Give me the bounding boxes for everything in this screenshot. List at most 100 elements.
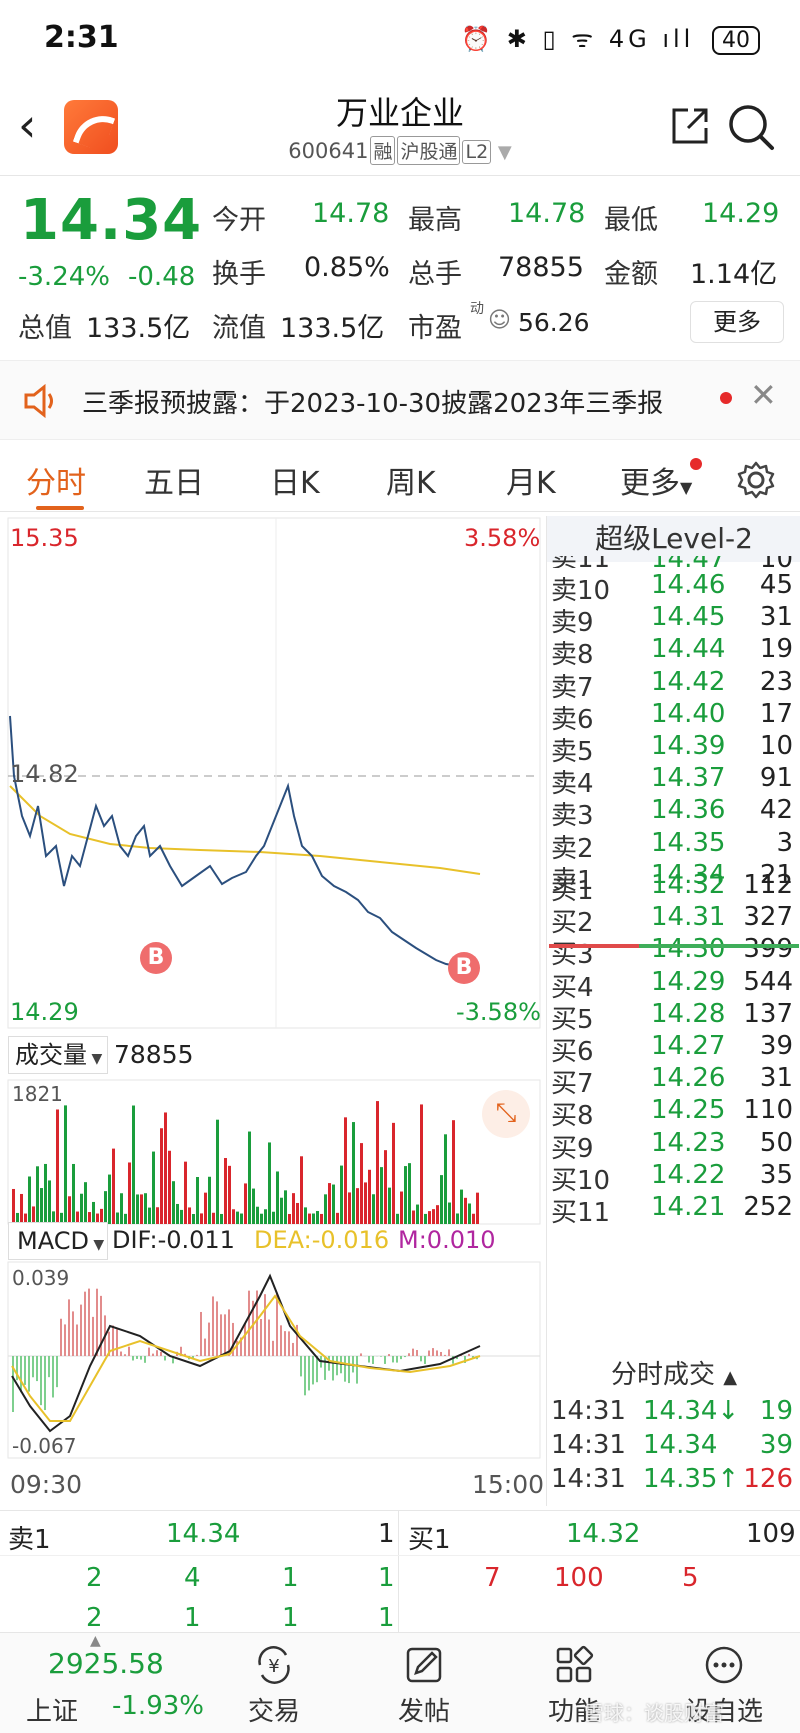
gear-icon[interactable] (736, 460, 776, 500)
watermark: 雪球：谈股财富 (584, 1701, 724, 1725)
more-button[interactable]: 更多 (690, 301, 784, 343)
macd-bar (36, 1356, 38, 1382)
bid-row[interactable]: 买3 14.30 399 (547, 934, 800, 970)
time-start-label: 09:30 (10, 1470, 83, 1499)
volume-bar (276, 1171, 279, 1224)
macd-bar (140, 1356, 142, 1360)
ask-row-price: 14.46 (651, 570, 726, 600)
volume-label: 总手 (408, 259, 462, 290)
tab-daily-k[interactable]: 日K (270, 458, 320, 502)
trade-ticks-title[interactable]: 分时成交 ▲ (547, 1354, 800, 1391)
bid-row[interactable]: 买4 14.29 544 (547, 967, 800, 1003)
bid-row-volume: 110 (743, 1095, 793, 1126)
trade-tick-row: 14:31 14.35↑ 126 (547, 1464, 800, 1499)
volume-bar (72, 1163, 75, 1224)
volume-bar (316, 1211, 319, 1224)
volume-bar (144, 1193, 147, 1224)
close-icon[interactable]: ✕ (750, 376, 777, 414)
volume-bar (104, 1191, 107, 1224)
tab-monthly-k[interactable]: 月K (506, 458, 556, 502)
order-book[interactable]: 超级Level-2 卖1114.4710卖1014.4645卖914.4531卖… (546, 516, 800, 1506)
dropdown-icon[interactable]: ▼ (498, 142, 512, 163)
volume-bar (320, 1213, 323, 1224)
macd-bar (96, 1288, 98, 1356)
more-dots-icon (705, 1646, 743, 1684)
bid-row[interactable]: 买2 14.31 327 (547, 902, 800, 938)
macd-indicator-select[interactable]: MACD ▼ (8, 1222, 108, 1260)
bid-row-volume: 399 (743, 934, 793, 965)
tab-weekly-k[interactable]: 周K (386, 458, 436, 502)
ask-row[interactable]: 卖5 14.39 10 (547, 731, 800, 767)
macd-bar (392, 1356, 394, 1363)
ask-row-partial[interactable]: 卖11 14.47 10 (547, 556, 800, 568)
ask-row[interactable]: 卖3 14.36 42 (547, 795, 800, 831)
pe-label: 市盈 (408, 313, 462, 344)
bid-row[interactable]: 买6 14.27 39 (547, 1031, 800, 1067)
ask-row[interactable]: 卖7 14.42 23 (547, 667, 800, 703)
volume-bar (204, 1192, 207, 1224)
bid-row[interactable]: 买9 14.23 50 (547, 1128, 800, 1164)
volume-bar (432, 1209, 435, 1224)
index-ticker[interactable]: ▲ 2925.58 上证 -1.93% (0, 1633, 204, 1733)
macd-bar (248, 1290, 250, 1356)
nav-trade[interactable]: ¥ 交易 (214, 1643, 334, 1728)
tag-margin: 融 (370, 136, 396, 165)
macd-bar (132, 1356, 134, 1361)
bid-row[interactable]: 买5 14.28 137 (547, 999, 800, 1035)
volume-bar (180, 1209, 183, 1224)
macd-bar (468, 1353, 470, 1356)
tab-five-day[interactable]: 五日 (144, 458, 204, 502)
volume-bar (448, 1202, 451, 1224)
queue-sell-item: 1 (282, 1563, 299, 1593)
volume-bar (244, 1183, 247, 1224)
notice-dot (720, 392, 732, 404)
macd-bar (396, 1356, 398, 1363)
info-icon[interactable]: ☺ (488, 308, 511, 333)
tab-more[interactable]: 更多▼ (620, 458, 692, 502)
ask-row-price: 14.45 (651, 602, 726, 633)
ask-row[interactable]: 卖10 14.46 45 (547, 570, 800, 606)
bid-row[interactable]: 买7 14.26 31 (547, 1063, 800, 1099)
volume-bar (360, 1143, 363, 1224)
ask-row[interactable]: 卖4 14.37 91 (547, 763, 800, 799)
share-icon[interactable] (668, 104, 712, 148)
bid-row[interactable]: 买11 14.21 252 (547, 1192, 800, 1228)
bid-row-volume: 35 (759, 1159, 793, 1190)
volume-bar (136, 1194, 139, 1224)
status-bar: 2:31 ⏰ ✱ ▯ ᯤ 4G ıll 40 (0, 0, 800, 76)
svg-text:¥: ¥ (268, 1656, 279, 1677)
bid-row[interactable]: 买1 14.32 112 (547, 870, 800, 906)
bid-row[interactable]: 买8 14.25 110 (547, 1095, 800, 1131)
ask-row[interactable]: 卖2 14.35 3 (547, 828, 800, 864)
ask-row[interactable]: 卖9 14.45 31 (547, 602, 800, 638)
ask-row-partial-price: 14.47 (651, 556, 725, 568)
expand-icon[interactable]: ⤡ (482, 1090, 530, 1138)
dropdown-icon: ▼ (87, 1051, 103, 1067)
back-icon[interactable]: ‹ (18, 100, 58, 150)
buy-marker[interactable]: B (448, 952, 480, 984)
volume-bar (196, 1177, 199, 1224)
volume-bar (156, 1207, 159, 1224)
macd-bottom-label: -0.067 (12, 1434, 77, 1458)
ask-row[interactable]: 卖6 14.40 17 (547, 699, 800, 735)
bid-row[interactable]: 买10 14.22 35 (547, 1159, 800, 1196)
nav-post[interactable]: 发帖 (364, 1643, 484, 1728)
tab-intraday[interactable]: 分时 (26, 458, 86, 502)
bid-row-label: 买11 (551, 1198, 611, 1228)
macd-dea-line (11, 1294, 481, 1422)
ask-row[interactable]: 卖8 14.44 19 (547, 634, 800, 670)
buy-marker[interactable]: B (140, 942, 172, 974)
volume-total: 78855 (114, 1040, 194, 1069)
macd-bar (288, 1331, 290, 1356)
notice-bar[interactable]: 三季报预披露：于2023-10-30披露2023年三季报 (0, 360, 800, 440)
macd-bar (384, 1356, 386, 1364)
volume-indicator-select[interactable]: 成交量 ▼ (8, 1036, 108, 1074)
macd-bar (328, 1356, 330, 1371)
intraday-chart[interactable]: 15.35 3.58% 14.82 14.29 -3.58% B B 成交量 ▼… (0, 516, 546, 1506)
search-icon[interactable] (726, 102, 776, 152)
volume-bar (12, 1188, 15, 1224)
macd-bar (408, 1353, 410, 1356)
macd-bar (404, 1356, 406, 1358)
macd-bar (32, 1356, 34, 1378)
macd-indicator-label: MACD (17, 1227, 89, 1255)
